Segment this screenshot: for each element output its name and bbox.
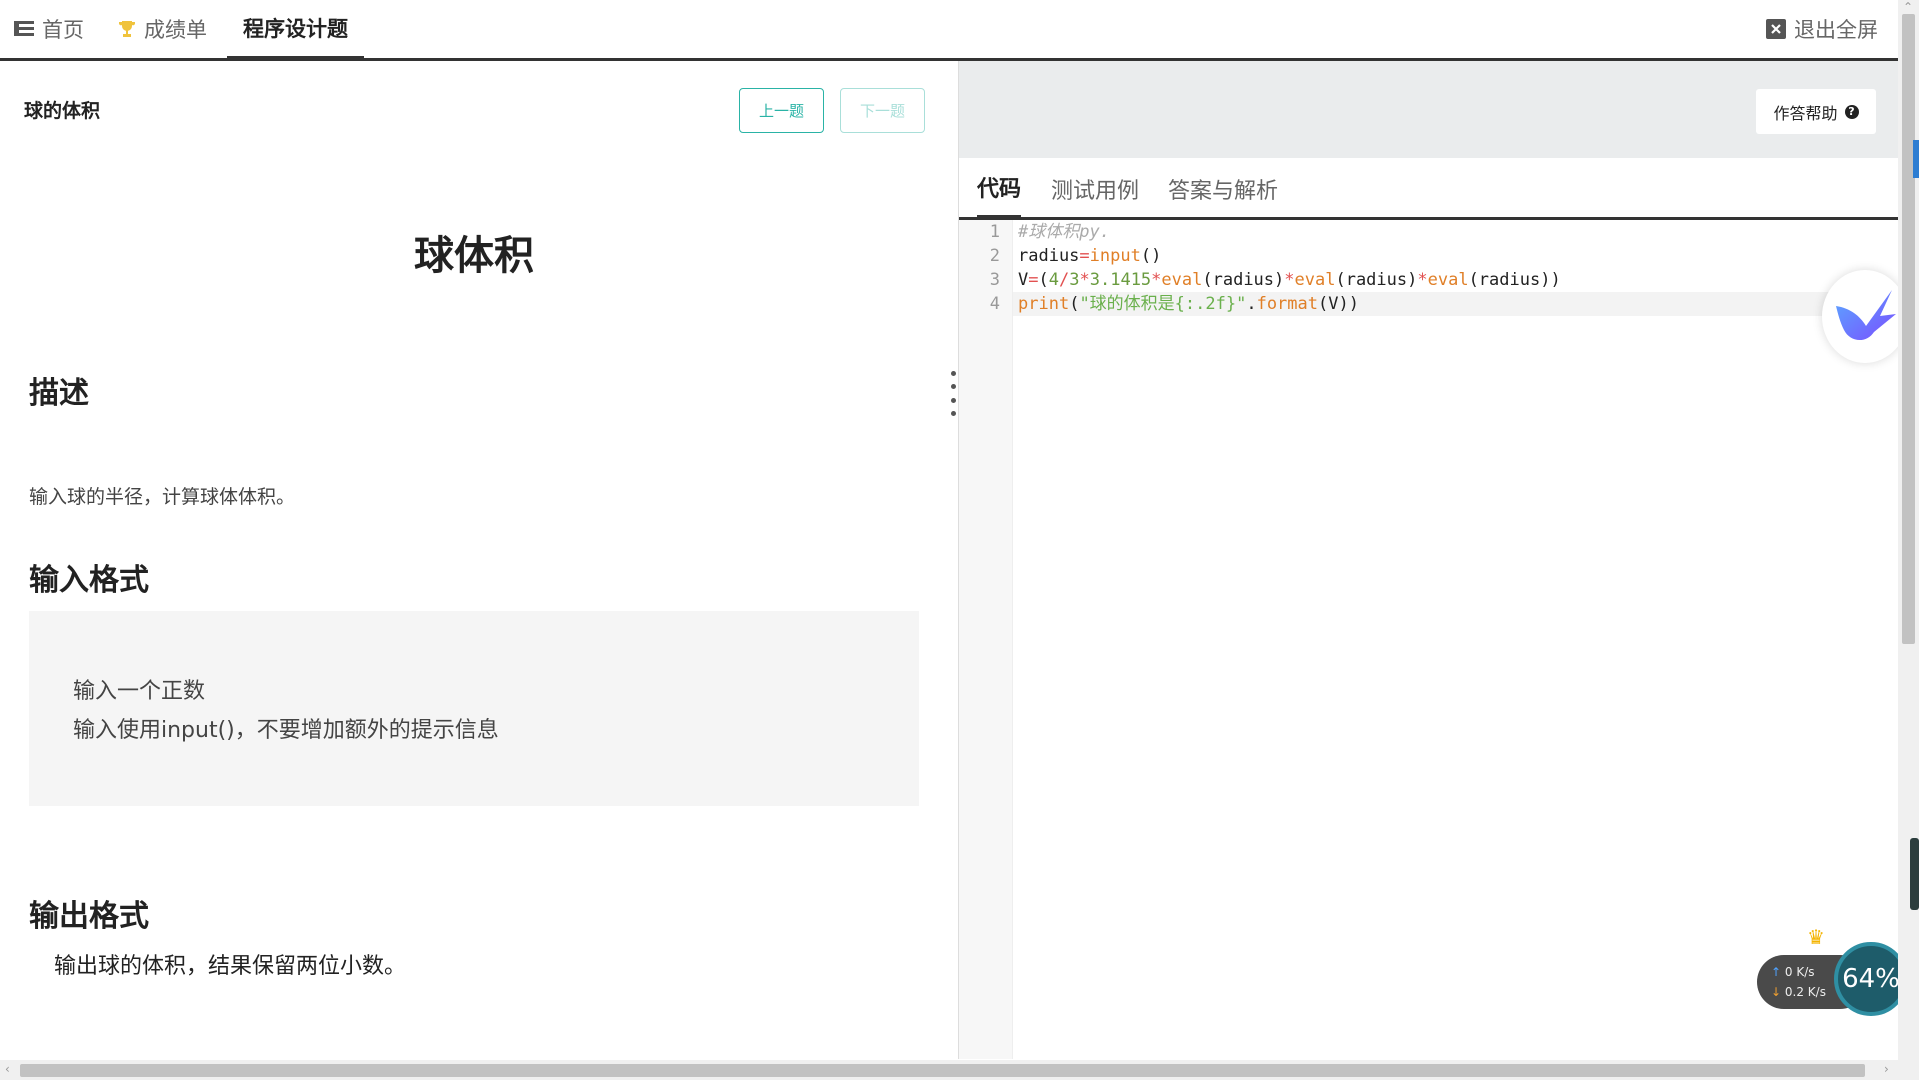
input-format-heading: 输入格式 bbox=[29, 563, 149, 598]
description-text: 输入球的半径，计算球体体积。 bbox=[29, 486, 296, 508]
horizontal-scrollbar[interactable]: ‹ › bbox=[0, 1060, 1919, 1080]
next-question-button[interactable]: 下一题 bbox=[840, 88, 925, 133]
answer-help-label: 作答帮助 bbox=[1773, 103, 1838, 123]
tab-test-cases[interactable]: 测试用例 bbox=[1051, 158, 1139, 220]
tab-home[interactable]: 首页 bbox=[14, 0, 84, 58]
input-format-box: 输入一个正数 输入使用input()，不要增加额外的提示信息 bbox=[29, 611, 919, 806]
line-number: 2 bbox=[989, 246, 1000, 266]
top-navbar: 首页 成绩单 程序设计题 退出全屏 bbox=[0, 0, 1898, 61]
tab-transcript-label: 成绩单 bbox=[144, 18, 207, 42]
code-comment: #球体积py. bbox=[1018, 222, 1110, 242]
upload-arrow-icon: ↑ bbox=[1771, 965, 1782, 979]
horizontal-scroll-thumb[interactable] bbox=[20, 1064, 1865, 1077]
code-line-2[interactable]: radius=input() bbox=[1018, 244, 1899, 268]
code-line-1[interactable]: #球体积py. bbox=[1018, 220, 1899, 244]
scroll-right-arrow-icon[interactable]: › bbox=[1884, 1062, 1889, 1076]
tab-code[interactable]: 代码 bbox=[977, 158, 1022, 220]
problem-title: 球的体积 bbox=[24, 100, 101, 122]
download-speed: 0.2 K/s bbox=[1784, 985, 1826, 999]
download-arrow-icon: ↓ bbox=[1771, 985, 1782, 999]
trophy-icon bbox=[118, 20, 136, 38]
bird-icon bbox=[1836, 289, 1896, 340]
editor-toolbar: 作答帮助 ? bbox=[959, 61, 1899, 158]
prev-question-button[interactable]: 上一题 bbox=[739, 88, 824, 133]
editor-tabs: 代码 测试用例 答案与解析 bbox=[959, 158, 1899, 220]
scroll-marker bbox=[1913, 140, 1919, 178]
scroll-up-arrow-icon[interactable]: ⌃ bbox=[1903, 0, 1913, 14]
upload-speed: 0 K/s bbox=[1784, 965, 1815, 979]
description-heading: 描述 bbox=[29, 376, 89, 411]
problem-panel: 球的体积 上一题 下一题 球体积 描述 输入球的半径，计算球体体积。 输入格式 … bbox=[0, 61, 958, 1059]
close-box-icon bbox=[1766, 19, 1786, 39]
exit-fullscreen-button[interactable]: 退出全屏 bbox=[1766, 0, 1878, 58]
tab-home-label: 首页 bbox=[42, 18, 84, 42]
vertical-scroll-thumb[interactable] bbox=[1902, 14, 1915, 644]
code-line-4[interactable]: print("球的体积是{:.2f}".format(V)) bbox=[1013, 292, 1899, 316]
code-line-3[interactable]: V=(4/3*3.1415*eval(radius)*eval(radius)*… bbox=[1018, 268, 1899, 292]
crown-icon: ♛ bbox=[1807, 925, 1825, 949]
tab-transcript[interactable]: 成绩单 bbox=[118, 0, 207, 58]
panel-resize-handle[interactable] bbox=[951, 371, 956, 416]
tab-answer-analysis[interactable]: 答案与解析 bbox=[1168, 158, 1278, 220]
input-format-line: 输入使用input()，不要增加额外的提示信息 bbox=[73, 718, 499, 743]
problem-heading: 球体积 bbox=[414, 233, 534, 279]
exit-fullscreen-label: 退出全屏 bbox=[1794, 18, 1878, 42]
line-number: 3 bbox=[989, 270, 1000, 290]
line-number: 1 bbox=[989, 222, 1000, 242]
code-lines[interactable]: #球体积py. radius=input() V=(4/3*3.1415*eva… bbox=[1013, 220, 1899, 316]
line-number-gutter: 1 2 3 4 bbox=[959, 220, 1013, 1059]
input-format-line: 输入一个正数 bbox=[73, 679, 206, 704]
tab-programming[interactable]: 程序设计题 bbox=[227, 0, 364, 61]
output-format-text: 输出球的体积，结果保留两位小数。 bbox=[54, 954, 407, 979]
scroll-left-arrow-icon[interactable]: ‹ bbox=[5, 1062, 10, 1076]
tab-programming-label: 程序设计题 bbox=[243, 17, 348, 41]
scroll-marker bbox=[1910, 838, 1919, 910]
code-panel: 作答帮助 ? 代码 测试用例 答案与解析 1 2 3 4 #球体积py. rad… bbox=[958, 61, 1899, 1059]
output-format-heading: 输出格式 bbox=[29, 899, 149, 934]
memory-usage-badge[interactable]: 64% bbox=[1834, 942, 1908, 1016]
line-number: 4 bbox=[989, 294, 1000, 314]
answer-help-button[interactable]: 作答帮助 ? bbox=[1756, 89, 1876, 134]
question-icon: ? bbox=[1844, 104, 1859, 119]
list-icon bbox=[14, 21, 34, 37]
assistant-bird-button[interactable] bbox=[1822, 270, 1908, 363]
code-editor[interactable]: 1 2 3 4 #球体积py. radius=input() V=(4/3*3.… bbox=[959, 220, 1899, 1059]
vertical-scrollbar[interactable]: ⌃ bbox=[1898, 0, 1919, 1060]
